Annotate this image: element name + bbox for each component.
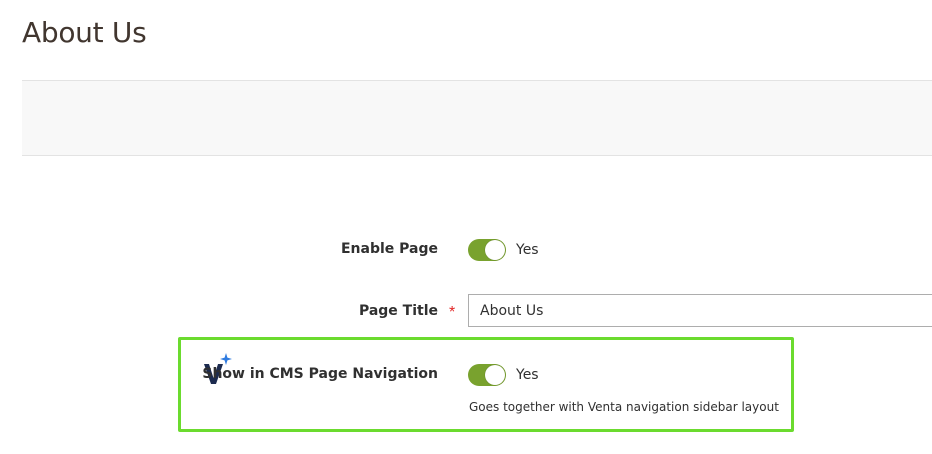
toggle-knob	[485, 240, 505, 260]
page-title-input[interactable]	[468, 294, 932, 327]
toggle-knob	[485, 365, 505, 385]
page-actions-bar	[22, 80, 932, 156]
cms-navigation-toggle[interactable]	[468, 364, 506, 386]
page-title-label: Page Title	[358, 303, 438, 319]
enable-page-value: Yes	[516, 242, 539, 258]
page-title: About Us	[22, 16, 147, 49]
enable-page-label: Enable Page	[340, 241, 438, 257]
cms-navigation-label: Show in CMS Page Navigation	[202, 366, 438, 382]
required-marker: *	[449, 304, 456, 321]
enable-page-toggle[interactable]	[468, 239, 506, 261]
cms-navigation-note: Goes together with Venta navigation side…	[469, 400, 779, 414]
cms-navigation-value: Yes	[516, 367, 539, 383]
